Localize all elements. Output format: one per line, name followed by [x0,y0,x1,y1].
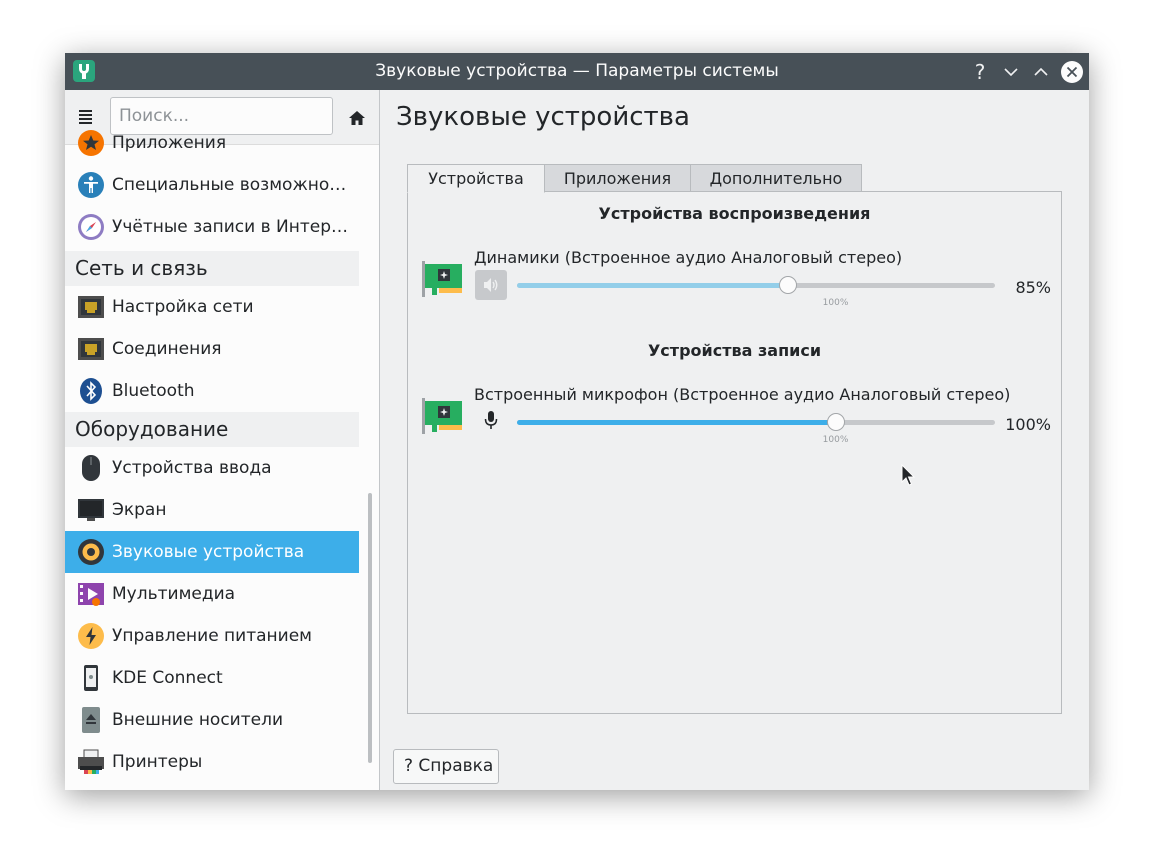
sidebar-item-multimedia[interactable]: Мультимедиа [65,573,359,615]
connections-icon [78,338,104,360]
playback-volume-handle[interactable] [778,276,797,294]
microphone-icon[interactable] [483,410,499,430]
bluetooth-icon [80,378,102,404]
sidebar-item-connections[interactable]: Соединения [65,328,359,370]
network-icon [78,296,104,318]
sidebar-item-display[interactable]: Экран [65,489,359,531]
close-icon[interactable] [1060,60,1084,84]
sidebar-item-online-accounts[interactable]: Учётные записи в Интернете [65,206,359,248]
sidebar-item-label: KDE Connect [112,668,223,688]
mute-button[interactable] [475,270,507,300]
sidebar-scrollbar[interactable] [368,493,372,763]
capture-device-name: Встроенный микрофон (Встроенное аудио Ан… [474,385,1011,404]
capture-tick-label: 100% [822,435,849,445]
sidebar-item-label: Внешние носители [112,710,284,730]
sidebar-item-network-settings[interactable]: Настройка сети [65,286,359,328]
sidebar-item-removable-storage[interactable]: Внешние носители [65,699,359,741]
playback-section-title: Устройства воспроизведения [598,204,871,223]
playback-volume-label: 85% [1015,278,1051,297]
star-icon [78,130,104,156]
sidebar-item-label: Принтеры [112,752,203,772]
online-accounts-icon [78,214,104,240]
sidebar-item-label: Специальные возможности [112,175,352,195]
sidebar-item-label: Устройства ввода [112,458,272,478]
system-settings-window: Звуковые устройства — Параметры системы … [65,53,1089,790]
capture-section-title: Устройства записи [647,341,822,360]
playback-volume-fill [517,283,788,288]
sidebar-item-power-management[interactable]: Управление питанием [65,615,359,657]
minimize-icon[interactable] [999,60,1023,84]
speaker-icon [78,539,104,565]
window-title: Звуковые устройства — Параметры системы [375,61,779,81]
sidebar-category-network: Сеть и связь [65,251,359,286]
display-icon [78,499,104,521]
tab-applications[interactable]: Приложения [544,164,691,192]
accessibility-icon [78,172,104,198]
sidebar-item-printers[interactable]: Принтеры [65,741,359,783]
sidebar-item-accessibility[interactable]: Специальные возможности [65,164,359,206]
sidebar-item-label: Экран [112,500,167,520]
power-icon [78,623,104,649]
sidebar-category-label: Сеть и связь [75,256,208,280]
maximize-icon[interactable] [1029,60,1053,84]
help-icon[interactable]: ? [968,60,992,84]
sidebar-item-label: Мультимедиа [112,584,236,604]
playback-device-name: Динамики (Встроенное аудио Аналоговый ст… [474,248,903,267]
tab-panel-devices: Устройства воспроизведения Динамики (Вст… [407,191,1062,714]
page-title: Звуковые устройства [396,102,690,132]
speaker-volume-icon [484,278,498,292]
multimedia-icon [78,583,104,606]
sound-card-icon [422,398,462,434]
capture-volume-fill [517,420,836,425]
sidebar-item-label: Соединения [112,339,222,359]
title-bar[interactable]: Звуковые устройства — Параметры системы … [65,53,1089,90]
sidebar-item-kde-connect[interactable]: KDE Connect [65,657,359,699]
sidebar-item-label: Звуковые устройства [112,542,305,562]
eject-icon [82,707,100,733]
tab-advanced[interactable]: Дополнительно [690,164,862,192]
main-panel: Звуковые устройства Устройства Приложени… [380,90,1089,790]
help-button[interactable]: ? Справка [393,749,499,784]
sidebar-item-audio-devices[interactable]: Звуковые устройства [65,531,359,573]
playback-volume-slider[interactable] [517,276,995,294]
sidebar-item-label: Bluetooth [112,381,195,401]
sidebar-item-label: Настройка сети [112,297,254,317]
mouse-icon [82,455,100,481]
sidebar-item-label: Учётные записи в Интернете [112,217,352,237]
sidebar-item-input-devices[interactable]: Устройства ввода [65,447,359,489]
phone-icon [84,665,98,691]
capture-volume-slider[interactable] [517,413,995,431]
capture-volume-handle[interactable] [826,413,845,431]
sidebar-category-hardware: Оборудование [65,412,359,447]
sidebar: Приложения Специальные возможности Учётн… [65,90,380,790]
sidebar-item-label: Управление питанием [112,626,312,646]
sidebar-item-applications[interactable]: Приложения [65,122,359,164]
tab-devices[interactable]: Устройства [407,164,545,193]
sidebar-item-label: Приложения [112,133,227,153]
printer-icon [78,749,104,774]
mouse-cursor-icon [901,464,916,486]
capture-volume-label: 100% [1005,415,1051,434]
sidebar-category-label: Оборудование [75,417,229,441]
playback-tick-label: 100% [822,298,849,308]
sound-card-icon [422,261,462,297]
sidebar-item-bluetooth[interactable]: Bluetooth [65,370,359,412]
